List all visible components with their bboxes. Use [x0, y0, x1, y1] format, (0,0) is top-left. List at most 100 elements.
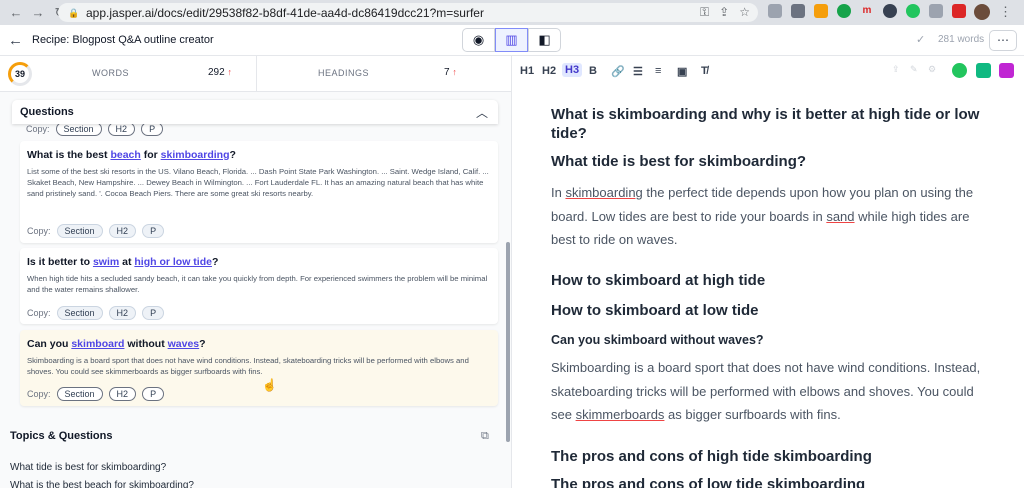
editor-toolbar: H1 H2 H3 B 🔗 ☰ ≡ ▣ T̸ ⇪ ✎ ⚙ — [512, 56, 1024, 86]
ordered-list-icon[interactable]: ☰ — [633, 65, 643, 78]
url-text: app.jasper.ai/docs/edit/29538f82-b8df-41… — [86, 5, 484, 20]
question-title: Is it better to swim at high or low tide… — [27, 256, 219, 268]
image-icon[interactable]: ▣ — [677, 65, 687, 78]
preview-eye-icon[interactable]: ◉ — [462, 28, 495, 52]
jasper-icon[interactable] — [999, 63, 1014, 78]
forward-icon[interactable]: → — [30, 5, 46, 21]
headings-label: HEADINGS — [318, 68, 370, 78]
copy-h2-button[interactable]: H2 — [108, 224, 137, 238]
extension-icon[interactable] — [791, 4, 805, 18]
editor-heading[interactable]: What is skimboarding and why is it bette… — [551, 105, 991, 143]
extensions-bar: m ✱ — [768, 4, 989, 18]
bold-button[interactable]: B — [589, 65, 597, 77]
question-card: What is the best beach for skimboarding?… — [20, 141, 498, 243]
share-icon[interactable]: ⇪ — [719, 5, 729, 20]
copy-h2-button[interactable]: H2 — [107, 122, 136, 136]
browser-chrome: ← → ↻ 🔒 app.jasper.ai/docs/edit/29538f82… — [0, 0, 1024, 25]
editor-paragraph[interactable]: Skimboarding is a board sport that does … — [551, 356, 991, 427]
question-card: Is it better to swim at high or low tide… — [20, 248, 498, 324]
more-options-button[interactable]: ⋯ — [989, 30, 1017, 51]
extension-icon[interactable] — [952, 4, 966, 18]
heading-2-button[interactable]: H2 — [542, 65, 556, 77]
extension-icon[interactable] — [814, 4, 828, 18]
link-icon[interactable]: 🔗 — [611, 65, 625, 78]
browser-menu-icon[interactable]: ⋮ — [999, 4, 1012, 20]
extension-icon[interactable] — [906, 4, 920, 18]
copy-p-button[interactable]: P — [141, 122, 164, 136]
editor-heading[interactable]: The pros and cons of low tide skimboardi… — [551, 475, 991, 488]
copy-section-button[interactable]: Section — [55, 122, 102, 136]
headings-value: 7 ↑ — [444, 67, 457, 78]
question-answer: When high tide hits a secluded sandy bea… — [27, 274, 488, 294]
copy-section-button[interactable]: Section — [56, 387, 103, 401]
copy-p-button[interactable]: P — [142, 387, 165, 401]
chevron-up-icon[interactable]: ︿ — [476, 104, 488, 121]
heading-3-button[interactable]: H3 — [562, 63, 583, 77]
editor-subheading[interactable]: Can you skimboard without waves? — [551, 333, 764, 347]
clear-format-icon[interactable]: T̸ — [701, 65, 708, 77]
settings-icon[interactable]: ⚙ — [928, 64, 936, 75]
shield-icon[interactable] — [976, 63, 991, 78]
word-count: 281 words — [938, 34, 985, 45]
copy-h2-button[interactable]: H2 — [108, 306, 137, 320]
divider — [256, 56, 257, 92]
content-stats: 39 WORDS 292 ↑ HEADINGS 7 ↑ — [0, 56, 511, 92]
back-arrow-icon[interactable]: ← — [8, 32, 23, 49]
app-topbar: ← Recipe: Blogpost Q&A outline creator ◉… — [0, 25, 1024, 56]
editor-heading[interactable]: The pros and cons of high tide skimboard… — [551, 447, 991, 466]
share-icon[interactable]: ⇪ — [892, 64, 900, 75]
extension-icon[interactable]: m — [860, 4, 874, 18]
address-bar[interactable]: 🔒 app.jasper.ai/docs/edit/29538f82-b8df-… — [58, 3, 758, 22]
star-icon[interactable]: ☆ — [739, 5, 750, 20]
copy-row: Copy: Section H2 P — [26, 122, 164, 136]
heading-1-button[interactable]: H1 — [520, 65, 534, 77]
key-icon[interactable]: ⚿ — [700, 5, 709, 20]
arrow-up-icon: ↑ — [452, 67, 457, 77]
profile-avatar[interactable] — [974, 4, 990, 20]
scrollbar[interactable] — [506, 242, 510, 442]
copy-all-icon[interactable]: ⧉ — [481, 430, 489, 443]
arrow-up-icon: ↑ — [227, 67, 232, 77]
document-title: Recipe: Blogpost Q&A outline creator — [32, 34, 214, 46]
content-score: 39 — [8, 62, 32, 86]
pen-icon[interactable]: ✎ — [910, 64, 918, 75]
extension-icon[interactable] — [768, 4, 782, 18]
editor-heading[interactable]: What tide is best for skimboarding? — [551, 152, 991, 171]
editor-paragraph[interactable]: In skimboarding the perfect tide depends… — [551, 181, 991, 252]
extension-icon[interactable] — [929, 4, 943, 18]
saved-check-icon: ✓ — [916, 34, 926, 46]
extension-icon[interactable] — [883, 4, 897, 18]
copy-label: Copy: — [26, 124, 50, 134]
extension-icon[interactable] — [837, 4, 851, 18]
copy-p-button[interactable]: P — [142, 306, 165, 320]
copy-row: Copy: Section H2 P — [27, 306, 165, 320]
questions-header[interactable]: Questions ︿ — [12, 100, 498, 124]
topic-item[interactable]: What tide is best for skimboarding? — [10, 462, 166, 473]
words-value: 292 ↑ — [208, 67, 232, 78]
sidebar-layout-icon[interactable]: ◧ — [528, 28, 561, 52]
question-answer: Skimboarding is a board sport that does … — [27, 356, 469, 376]
copy-row: Copy: Section H2 P — [27, 387, 165, 401]
copy-h2-button[interactable]: H2 — [108, 387, 137, 401]
grammarly-icon[interactable] — [952, 63, 967, 78]
bullet-list-icon[interactable]: ≡ — [655, 65, 661, 77]
question-card: Can you skimboard without waves? Skimboa… — [20, 330, 498, 406]
copy-section-button[interactable]: Section — [56, 224, 103, 238]
view-mode-toggle: ◉ ▥ ◧ — [462, 28, 561, 52]
lock-icon: 🔒 — [68, 7, 80, 18]
topic-item[interactable]: What is the best beach for skimboarding? — [10, 480, 194, 488]
question-title: Can you skimboard without waves? — [27, 338, 206, 350]
copy-p-button[interactable]: P — [142, 224, 165, 238]
editor-heading[interactable]: How to skimboard at low tide — [551, 301, 991, 320]
seo-mode-icon[interactable]: ▥ — [495, 28, 528, 52]
question-answer: List some of the best ski resorts in the… — [27, 167, 489, 198]
questions-title: Questions — [20, 106, 74, 118]
editor-heading[interactable]: How to skimboard at high tide — [551, 271, 991, 290]
copy-section-button[interactable]: Section — [56, 306, 103, 320]
question-title: What is the best beach for skimboarding? — [27, 149, 236, 161]
back-icon[interactable]: ← — [8, 5, 24, 21]
words-label: WORDS — [92, 68, 129, 78]
topics-title: Topics & Questions — [10, 430, 113, 442]
left-panel: 39 WORDS 292 ↑ HEADINGS 7 ↑ Questions ︿ … — [0, 56, 512, 488]
copy-row: Copy: Section H2 P — [27, 224, 165, 238]
